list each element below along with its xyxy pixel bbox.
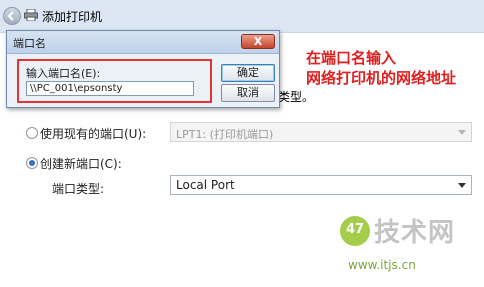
wizard-title: 添加打印机 [42,10,103,24]
watermark-url: www.itjs.cn [348,258,416,272]
dialog-title-bar: 端口名 X [7,31,279,54]
partial-instruction-text: 类型。 [278,90,315,104]
port-type-select[interactable]: Local Port [170,175,472,195]
port-name-dialog: 端口名 X 输入端口名(E): \\PC_001\epsonsty 确定 取消 [6,30,280,108]
annotation-line-2: 网络打印机的网络地址 [306,69,457,87]
port-type-value: Local Port [176,178,235,192]
watermark-brand: 技术网 [374,218,456,248]
port-type-label: 端口类型: [52,182,105,196]
existing-port-select[interactable]: LPT1: (打印机端口) [170,122,472,142]
use-existing-port-label: 使用现有的端口(U): [40,127,147,141]
dialog-title: 端口名 [13,37,46,50]
dropdown-arrow-icon [458,130,466,135]
ok-button[interactable]: 确定 [221,64,275,82]
highlight-box [17,59,212,103]
existing-port-value: LPT1: (打印机端口) [176,128,274,141]
close-icon: X [253,35,263,48]
back-arrow-icon [7,11,14,21]
site-watermark: 47 技术网 www.itjs.cn [340,214,480,284]
watermark-badge-text: 47 [345,222,365,237]
annotation-line-1: 在端口名输入 [306,49,397,67]
printer-icon [24,9,38,21]
dropdown-arrow-icon [458,183,466,188]
cancel-button[interactable]: 取消 [221,84,275,102]
create-new-port-radio[interactable] [26,157,38,169]
use-existing-port-radio[interactable] [26,127,38,139]
wizard-title-bar: 添加打印机 [0,0,484,33]
dialog-close-button[interactable]: X [241,34,275,49]
create-new-port-label: 创建新端口(C): [40,157,122,171]
back-button[interactable] [3,7,21,25]
tutorial-annotation: 在端口名输入 网络打印机的网络地址 [306,48,456,88]
watermark-badge: 47 [340,216,370,246]
